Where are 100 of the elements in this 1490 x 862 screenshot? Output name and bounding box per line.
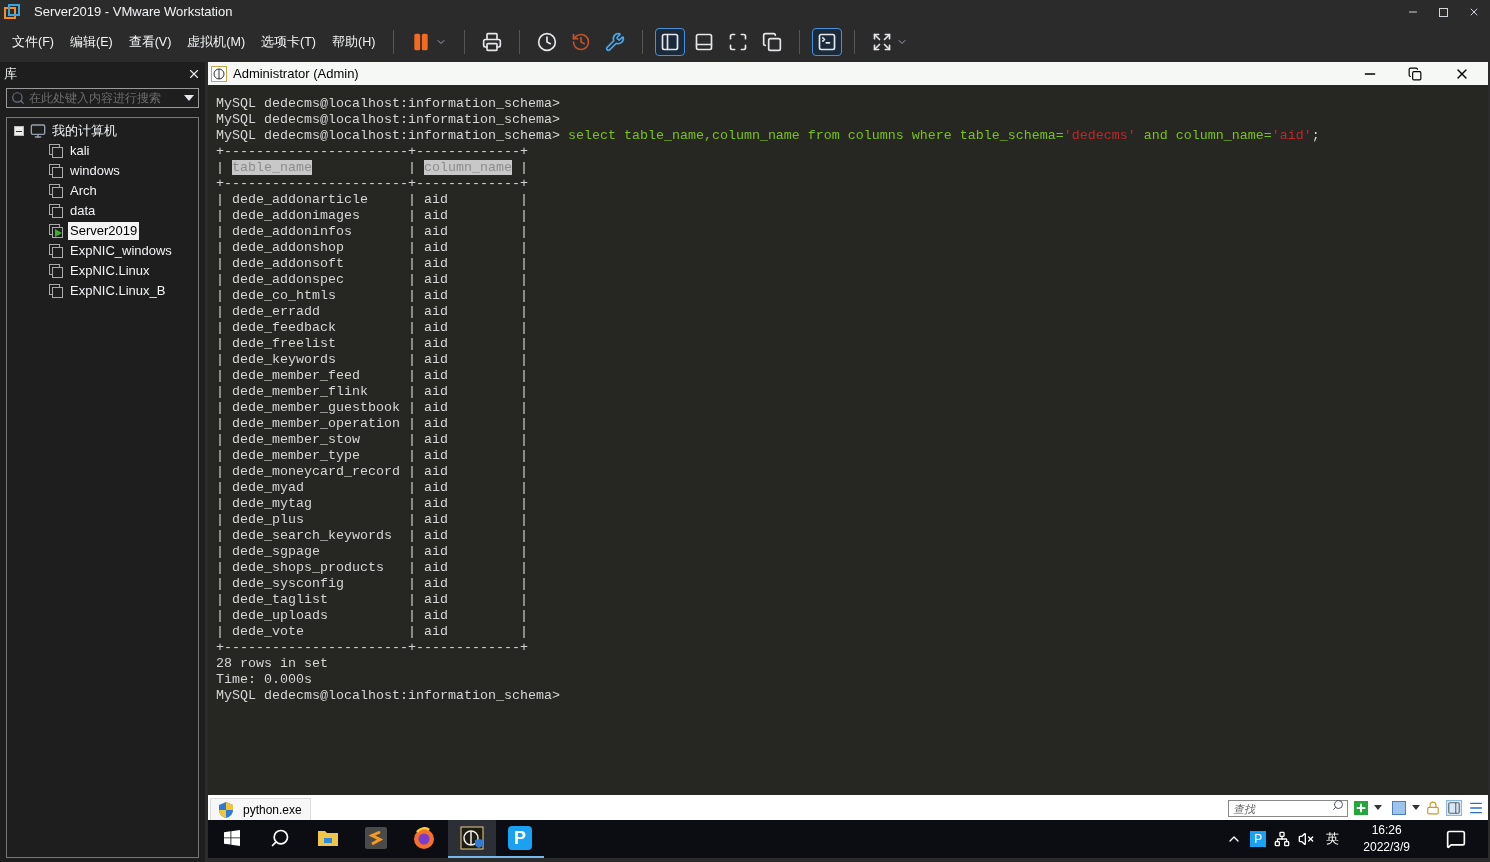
search-icon bbox=[1332, 798, 1344, 811]
terminal-line: | dede_member_type | aid | bbox=[216, 448, 529, 464]
caret-icon[interactable] bbox=[1412, 805, 1420, 810]
folder-icon bbox=[317, 829, 339, 847]
thumbnail-icon bbox=[694, 32, 715, 52]
find-field[interactable]: 查找 bbox=[1228, 800, 1348, 817]
editor-icon bbox=[365, 827, 387, 849]
toolbar-button[interactable] bbox=[655, 28, 686, 56]
network-icon[interactable] bbox=[1274, 831, 1291, 847]
window-title: Server2019 - VMware Workstation bbox=[34, 3, 234, 22]
dropdown-caret-icon bbox=[184, 95, 194, 101]
search-field[interactable]: 在此处键入内容进行搜索 bbox=[6, 88, 199, 108]
panel-title: 库 bbox=[4, 65, 17, 84]
menu-item[interactable]: 编辑(E) bbox=[63, 32, 119, 52]
search-icon bbox=[11, 91, 25, 105]
tree-item[interactable]: data bbox=[68, 202, 98, 220]
terminal-line: | dede_uploads | aid | bbox=[216, 608, 529, 624]
terminal-line: | table_name | column_name | bbox=[216, 160, 529, 176]
terminal-line: | dede_addonshop | aid | bbox=[216, 240, 529, 256]
terminal-line: | dede_plus | aid | bbox=[216, 512, 529, 528]
computer-icon bbox=[30, 123, 46, 139]
unity-icon bbox=[762, 32, 783, 52]
terminal-line: MySQL dedecms@localhost:information_schema> select table_name,column_name from columns where table_schema='dedecms' and column_name='aid'; bbox=[216, 128, 1321, 144]
maximize-icon[interactable] bbox=[1439, 7, 1448, 17]
terminal-line: MySQL dedecms@localhost:information_schema> bbox=[216, 112, 561, 128]
window-icon[interactable] bbox=[1392, 800, 1406, 815]
terminal-line: | dede_addonsoft | aid | bbox=[216, 256, 529, 272]
console-title: Administrator (Admin) bbox=[233, 64, 360, 83]
console-icon bbox=[460, 826, 484, 850]
terminal-line: Time: 0.000s bbox=[216, 672, 313, 688]
tree-item[interactable]: kali bbox=[68, 142, 92, 160]
close-button[interactable] bbox=[187, 67, 201, 81]
terminal-line: MySQL dedecms@localhost:information_schema> bbox=[216, 688, 561, 704]
tree-item[interactable]: 我的计算机 bbox=[52, 121, 117, 141]
terminal-line: 28 rows in set bbox=[216, 656, 329, 672]
app-logo-icon bbox=[4, 4, 20, 20]
menu-item[interactable]: 查看(V) bbox=[122, 32, 178, 52]
clock[interactable]: 16:26 2022/3/9 bbox=[1363, 822, 1410, 856]
windows-logo-icon bbox=[224, 830, 240, 846]
caret-icon[interactable] bbox=[1374, 805, 1382, 810]
terminal-line: | dede_search_keywords | aid | bbox=[216, 528, 529, 544]
stretch-icon bbox=[872, 32, 893, 52]
lock-icon[interactable] bbox=[1426, 800, 1440, 815]
tree-item[interactable]: ExpNIC.Linux_B bbox=[68, 282, 168, 300]
terminal-line: | dede_member_feed | aid | bbox=[216, 368, 529, 384]
terminal-line: | dede_member_operation | aid | bbox=[216, 416, 529, 432]
tree-item[interactable]: ExpNIC_windows bbox=[68, 242, 174, 260]
tree-item[interactable]: ExpNIC.Linux bbox=[68, 262, 152, 280]
app-icon: P bbox=[508, 826, 532, 850]
terminal-line: +-----------------------+-------------+ bbox=[216, 640, 529, 656]
menu-item[interactable]: 虚拟机(M) bbox=[181, 32, 252, 52]
revert-icon bbox=[571, 32, 592, 52]
terminal-line: | dede_mytag | aid | bbox=[216, 496, 529, 512]
tab[interactable]: python.exe bbox=[210, 798, 311, 820]
manage-icon bbox=[605, 32, 626, 52]
terminal-line: MySQL dedecms@localhost:information_schema> bbox=[216, 96, 561, 112]
close-icon[interactable] bbox=[1468, 6, 1480, 18]
restore-icon[interactable] bbox=[1408, 66, 1422, 81]
library-icon bbox=[660, 32, 681, 52]
terminal-line: | dede_keywords | aid | bbox=[216, 352, 529, 368]
terminal-line: | dede_freelist | aid | bbox=[216, 336, 529, 352]
terminal-line: | dede_erradd | aid | bbox=[216, 304, 529, 320]
panel-icon[interactable] bbox=[1446, 799, 1462, 816]
terminal-line: | dede_moneycard_record | aid | bbox=[216, 464, 529, 480]
add-icon[interactable] bbox=[1354, 800, 1368, 815]
collapse-toggle[interactable] bbox=[14, 126, 24, 136]
browser-icon bbox=[413, 827, 435, 849]
search-icon bbox=[270, 828, 290, 848]
terminal-line: | dede_member_guestbook | aid | bbox=[216, 400, 529, 416]
menu-item[interactable]: 选项卡(T) bbox=[255, 32, 323, 52]
terminal-line: | dede_shops_products | aid | bbox=[216, 560, 529, 576]
terminal-line: | dede_taglist | aid | bbox=[216, 592, 529, 608]
shield-icon bbox=[219, 801, 233, 818]
fullscreen-icon bbox=[728, 32, 749, 52]
terminal-line: +-----------------------+-------------+ bbox=[216, 176, 529, 192]
terminal-line: | dede_addonarticle | aid | bbox=[216, 192, 529, 208]
input-method-indicator[interactable]: 英 bbox=[1326, 829, 1340, 849]
console-icon bbox=[211, 65, 227, 82]
terminal-line: | dede_vote | aid | bbox=[216, 624, 529, 640]
terminal-line: | dede_member_stow | aid | bbox=[216, 432, 529, 448]
terminal-line: | dede_sysconfig | aid | bbox=[216, 576, 529, 592]
terminal-line: | dede_member_flink | aid | bbox=[216, 384, 529, 400]
terminal-line: | dede_co_htmls | aid | bbox=[216, 288, 529, 304]
toolbar-button[interactable] bbox=[812, 28, 843, 56]
terminal-line: | dede_sgpage | aid | bbox=[216, 544, 529, 560]
terminal-line: +-----------------------+-------------+ bbox=[216, 144, 529, 160]
volume-muted-icon[interactable] bbox=[1298, 831, 1315, 847]
menu-item[interactable]: 文件(F) bbox=[6, 32, 60, 52]
terminal-line: | dede_addonimages | aid | bbox=[216, 208, 529, 224]
tree-item[interactable]: windows bbox=[68, 162, 122, 180]
tree-item[interactable]: Arch bbox=[68, 182, 99, 200]
terminal-line: | dede_addoninfos | aid | bbox=[216, 224, 529, 240]
terminal-line: | dede_feedback | aid | bbox=[216, 320, 529, 336]
taskbar-button[interactable] bbox=[448, 820, 496, 858]
console-icon bbox=[817, 32, 838, 52]
terminal-line: | dede_myad | aid | bbox=[216, 480, 529, 496]
notification-icon[interactable] bbox=[1446, 829, 1466, 849]
send-keys-icon bbox=[482, 32, 503, 52]
menu-item[interactable]: 帮助(H) bbox=[326, 32, 382, 52]
tree-item[interactable]: Server2019 bbox=[68, 222, 140, 240]
